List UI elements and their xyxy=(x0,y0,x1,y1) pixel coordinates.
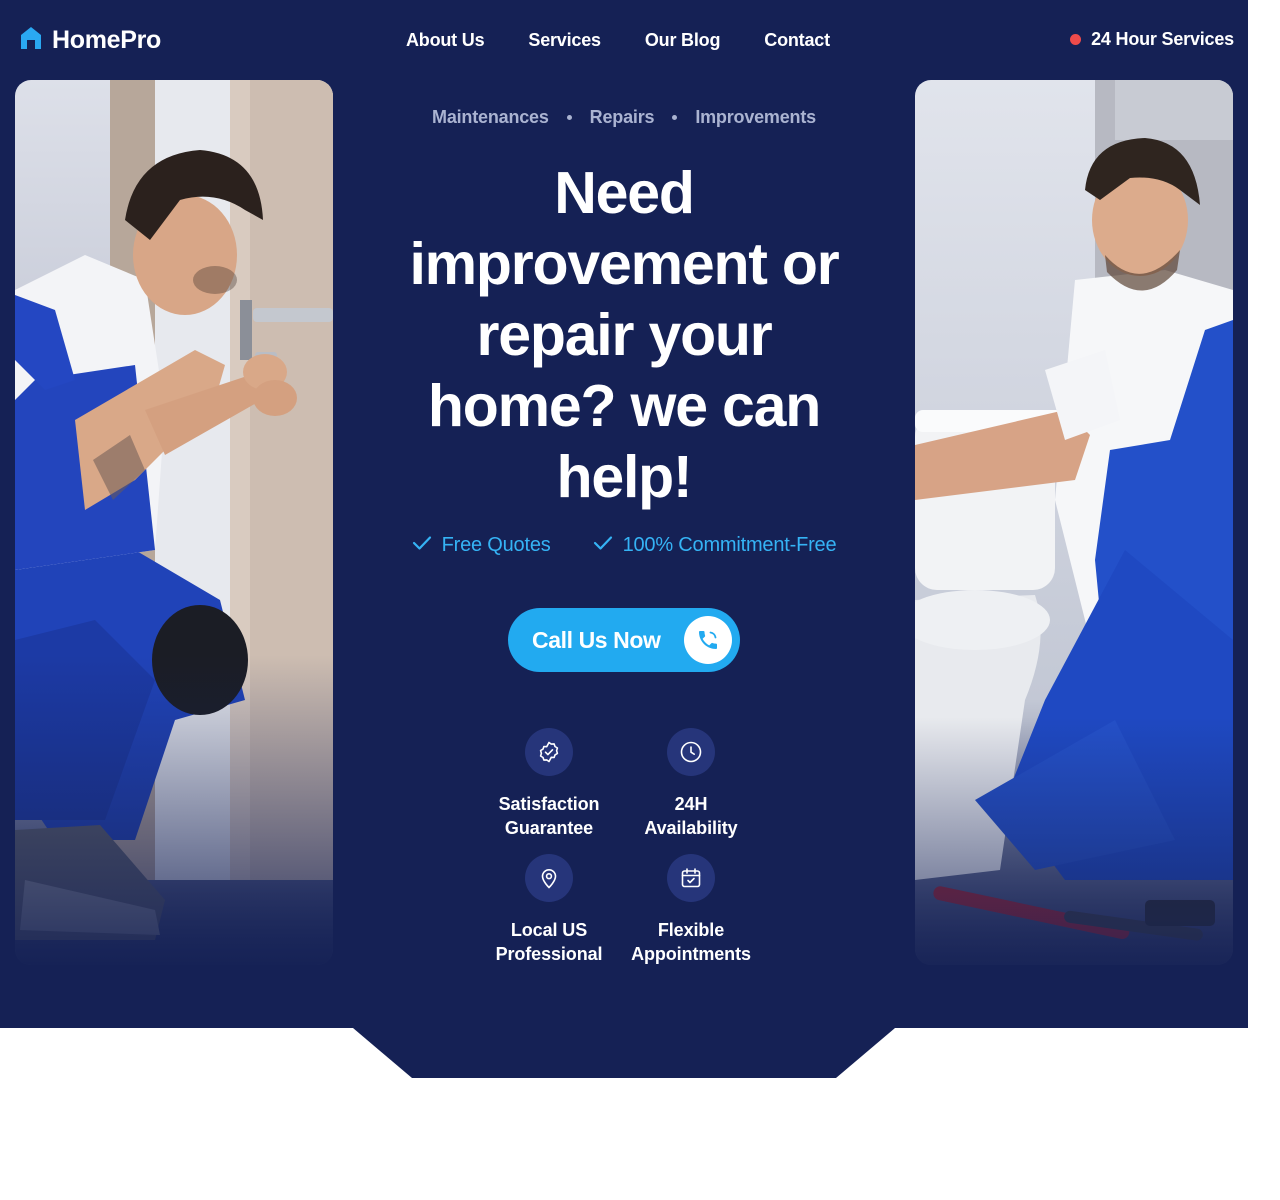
location-pin-icon xyxy=(525,854,573,902)
phone-icon xyxy=(684,616,732,664)
hours-label: 24 Hour Services xyxy=(1091,29,1234,49)
feature-label: 24H Availability xyxy=(644,794,738,838)
check-label: 100% Commitment-Free xyxy=(622,534,837,556)
headline-line: improvement or xyxy=(409,231,839,297)
check-label: Free Quotes xyxy=(441,534,551,556)
brand-name: HomePro xyxy=(52,26,162,54)
photo-locksmith xyxy=(15,80,333,965)
cta-label: Call Us Now xyxy=(532,626,661,653)
tag-separator xyxy=(566,115,572,120)
nav-our-blog[interactable]: Our Blog xyxy=(623,28,742,53)
check-commitment-free: 100% Commitment-Free xyxy=(593,534,837,557)
clock-icon xyxy=(667,728,715,776)
checkmark-icon xyxy=(412,535,432,556)
hero-headline: Need improvement or repair your home? we… xyxy=(380,158,868,513)
headline-line: Need xyxy=(554,160,695,226)
photo-plumber xyxy=(915,80,1233,965)
nav-services[interactable]: Services xyxy=(506,28,622,53)
main-nav: About Us Services Our Blog Contact xyxy=(384,28,852,53)
call-us-now-button[interactable]: Call Us Now xyxy=(508,608,740,672)
calendar-check-icon xyxy=(667,854,715,902)
nav-about-us[interactable]: About Us xyxy=(384,28,506,53)
benefit-checks: Free Quotes 100% Commitment-Free xyxy=(333,534,915,557)
tag-maintenances: Maintenances xyxy=(432,107,549,127)
tag-repairs: Repairs xyxy=(589,107,655,127)
hero-bottom-notch xyxy=(353,1028,895,1078)
feature-label: Flexible Appointments xyxy=(631,920,751,964)
checkmark-icon xyxy=(593,535,613,556)
badge-check-icon xyxy=(525,728,573,776)
brand-logo[interactable]: HomePro xyxy=(20,26,161,55)
feature-24h-availability: 24H Availability xyxy=(606,728,776,840)
hours-link[interactable]: 24 Hour Services xyxy=(1070,29,1234,50)
tag-improvements: Improvements xyxy=(695,107,816,127)
headline-line: repair your xyxy=(476,302,772,368)
service-tags: Maintenances Repairs Improvements xyxy=(333,107,915,128)
check-free-quotes: Free Quotes xyxy=(412,534,551,557)
headline-line: home? we can xyxy=(427,373,821,439)
feature-flexible-appointments: Flexible Appointments xyxy=(606,854,776,966)
house-icon xyxy=(20,26,42,55)
status-dot xyxy=(1070,34,1082,45)
headline-line: help! xyxy=(556,444,693,510)
tag-separator xyxy=(672,115,678,120)
nav-contact[interactable]: Contact xyxy=(742,28,852,53)
